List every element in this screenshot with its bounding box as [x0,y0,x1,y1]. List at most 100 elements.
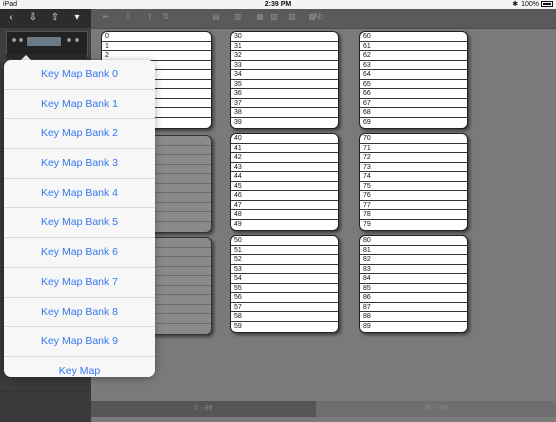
key-slot-row[interactable]: 85 [360,284,467,293]
key-slot-row[interactable]: 46 [231,191,338,201]
grid-icon[interactable]: ▥ [231,11,245,24]
menu-item-key-map-bank-8[interactable]: Key Map Bank 8 [4,298,155,328]
grid-icon[interactable]: ▨ [285,11,299,24]
range-segment[interactable]: 90 - 99 [316,401,556,417]
back-icon[interactable]: ‹ [0,9,22,28]
key-slot-row[interactable]: 65 [360,80,467,89]
left-toolbar: ‹ ⇩ ⇧ ▾ [0,9,91,28]
grid-icon[interactable]: ▦ [253,11,267,24]
key-slot-row[interactable]: 83 [360,265,467,274]
menu-item-key-map-bank-6[interactable]: Key Map Bank 6 [4,238,155,268]
synth-thumbnail[interactable] [6,31,88,55]
key-slot-row[interactable]: 50 [231,236,338,246]
key-slot-row[interactable]: 55 [231,284,338,293]
battery-percent: 100% [521,1,539,8]
key-slot-row[interactable]: 0 [102,32,211,42]
key-slot-row[interactable]: 67 [360,99,467,108]
grid-icon[interactable]: ▧ [267,11,281,24]
key-slot-row[interactable]: 38 [231,108,338,118]
key-slot-row[interactable]: 66 [360,89,467,99]
key-slot-row[interactable]: 49 [231,220,338,230]
swap-icon[interactable]: ⇅ [159,11,173,24]
key-slot-row[interactable]: 48 [231,210,338,220]
key-slot-row[interactable]: 1 [102,42,211,51]
key-slot-row[interactable]: 56 [231,293,338,303]
key-slot-row[interactable]: 88 [360,312,467,322]
menu-item-key-map-bank-7[interactable]: Key Map Bank 7 [4,268,155,298]
knob-icon [75,38,79,42]
range-segment[interactable]: 0 - 89 [91,401,316,417]
key-slot-row[interactable]: 34 [231,70,338,80]
key-slot-row[interactable]: 37 [231,99,338,108]
key-slot-row[interactable]: 74 [360,172,467,182]
key-slot-row[interactable]: 40 [231,134,338,144]
menu-item-key-map-bank-1[interactable]: Key Map Bank 1 [4,90,155,120]
key-slot-row[interactable]: 36 [231,89,338,99]
bluetooth-icon: ✱ [512,1,519,8]
key-slot-row[interactable]: 45 [231,182,338,191]
key-group-box: 50 51 52 53 54 55 56 57 58 59 [230,235,339,333]
key-slot-row[interactable]: 41 [231,144,338,153]
key-slot-row[interactable]: 81 [360,246,467,255]
key-slot-row[interactable]: 51 [231,246,338,255]
key-slot-row[interactable]: 30 [231,32,338,42]
menu-item-key-map-bank-0[interactable]: Key Map Bank 0 [4,60,155,90]
key-slot-row[interactable]: 70 [360,134,467,144]
key-slot-row[interactable]: 57 [231,303,338,312]
key-slot-row[interactable]: 68 [360,108,467,118]
key-slot-row[interactable]: 76 [360,191,467,201]
key-slot-row[interactable]: 77 [360,201,467,210]
text-icon[interactable]: Ab [309,11,327,24]
toolbar-first-icon[interactable]: ⇤ [99,11,113,24]
key-slot-row[interactable]: 42 [231,153,338,163]
grid-icon[interactable]: ▤ [209,11,223,24]
key-slot-row[interactable]: 63 [360,61,467,70]
key-slot-row[interactable]: 89 [360,322,467,332]
dropdown-icon[interactable]: ▾ [66,9,88,28]
key-slot-row[interactable]: 86 [360,293,467,303]
key-slot-row[interactable]: 82 [360,255,467,265]
menu-item-key-map-bank-5[interactable]: Key Map Bank 5 [4,208,155,239]
key-slot-row[interactable]: 59 [231,322,338,332]
key-slot-row[interactable]: 80 [360,236,467,246]
menu-item-key-map[interactable]: Key Map [4,357,155,377]
key-slot-row[interactable]: 64 [360,70,467,80]
upload-icon[interactable]: ⇧ [143,11,157,24]
key-slot-row[interactable]: 62 [360,51,467,61]
knob-icon [12,38,16,42]
key-slot-row[interactable]: 32 [231,51,338,61]
menu-item-key-map-bank-9[interactable]: Key Map Bank 9 [4,327,155,357]
key-slot-row[interactable]: 71 [360,144,467,153]
download-icon[interactable]: ⇩ [121,11,135,24]
key-slot-row[interactable]: 75 [360,182,467,191]
key-slot-row[interactable]: 33 [231,61,338,70]
key-slot-row[interactable]: 35 [231,80,338,89]
key-slot-row[interactable]: 58 [231,312,338,322]
key-slot-row[interactable]: 69 [360,118,467,128]
key-slot-row[interactable]: 61 [360,42,467,51]
key-slot-row[interactable]: 78 [360,210,467,220]
download-icon[interactable]: ⇩ [22,9,44,28]
list-item[interactable] [0,392,91,422]
menu-item-key-map-bank-2[interactable]: Key Map Bank 2 [4,119,155,150]
key-slot-row[interactable]: 73 [360,163,467,172]
key-slot-row[interactable]: 60 [360,32,467,42]
key-slot-row[interactable]: 31 [231,42,338,51]
key-slot-row[interactable]: 52 [231,255,338,265]
key-slot-row[interactable]: 54 [231,274,338,284]
synth-display [27,37,61,46]
key-slot-row[interactable]: 72 [360,153,467,163]
key-slot-row[interactable]: 47 [231,201,338,210]
key-slot-row[interactable]: 39 [231,118,338,128]
key-slot-row[interactable]: 53 [231,265,338,274]
key-slot-row[interactable]: 43 [231,163,338,172]
upload-icon[interactable]: ⇧ [44,9,66,28]
key-slot-row[interactable]: 87 [360,303,467,312]
key-slot-row[interactable]: 79 [360,220,467,230]
knob-icon [19,38,23,42]
menu-item-key-map-bank-3[interactable]: Key Map Bank 3 [4,149,155,179]
key-slot-row[interactable]: 84 [360,274,467,284]
key-grid: 0123456789 10111213141516171819 20212223… [91,29,556,401]
menu-item-key-map-bank-4[interactable]: Key Map Bank 4 [4,179,155,209]
key-slot-row[interactable]: 44 [231,172,338,182]
